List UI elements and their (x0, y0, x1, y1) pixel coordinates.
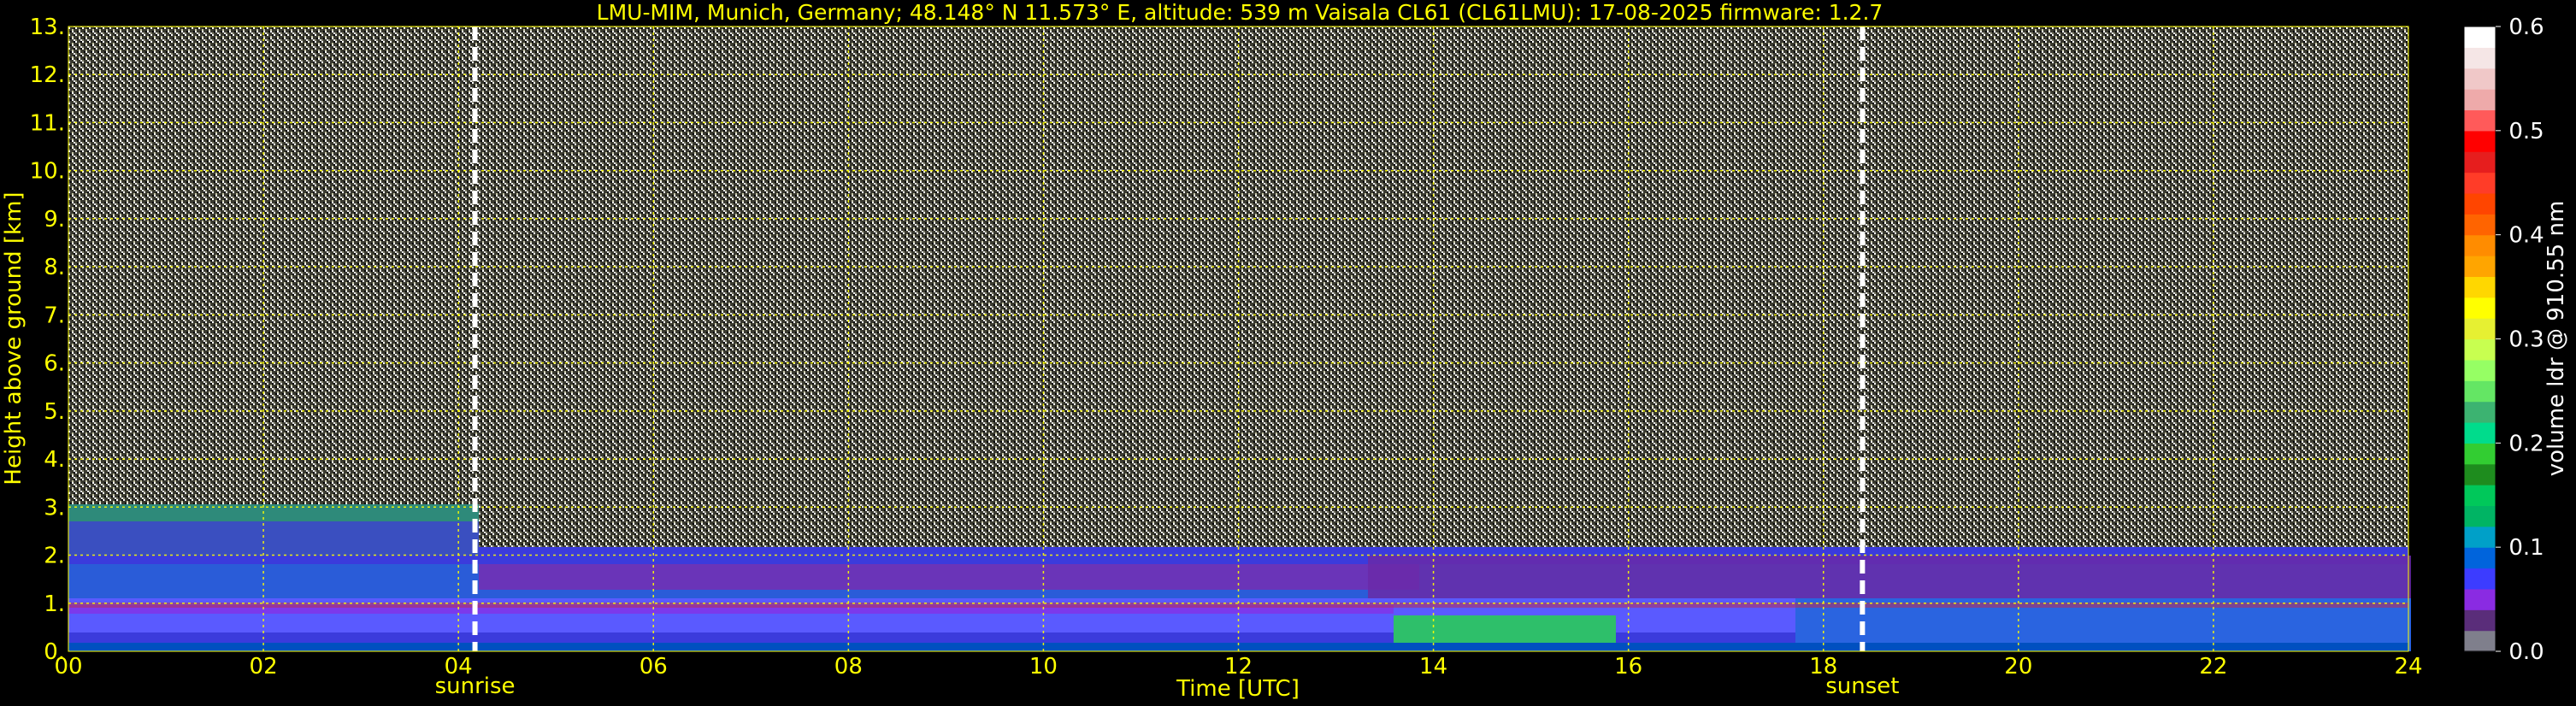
colorbar-segment (2464, 130, 2496, 152)
colorbar-segment (2464, 421, 2496, 444)
y-tick-label: 8. (44, 255, 65, 280)
y-tick-label: 6. (44, 351, 65, 377)
colorbar-segment (2464, 26, 2496, 48)
colorbar-segment (2464, 256, 2496, 277)
x-tick-label: 02 (250, 654, 278, 680)
colorbar-segment (2464, 318, 2496, 340)
x-tick-label: 08 (834, 654, 863, 680)
x-tick-label: 20 (2004, 654, 2032, 680)
colorbar-segment (2464, 630, 2496, 652)
colorbar-segment (2464, 380, 2496, 403)
colorbar-segment (2464, 151, 2496, 174)
x-tick-label: 24 (2394, 654, 2422, 680)
colorbar-tick-label: 0.6 (2508, 15, 2544, 40)
colorbar-segment (2464, 234, 2496, 256)
y-tick-label: 5. (44, 399, 65, 425)
colorbar-segment (2464, 547, 2496, 569)
colorbar-segment (2464, 192, 2496, 215)
colorbar-segment (2464, 401, 2496, 423)
y-tick-label: 12. (30, 62, 65, 88)
y-tick-label: 11. (30, 110, 65, 136)
colorbar-segment (2464, 526, 2496, 548)
y-tick-labels: 0.1.2.3.4.5.6.7.8.9.10.11.12.13. (30, 15, 65, 665)
colorbar-segment (2464, 359, 2496, 381)
y-axis-label: Height above ground [km] (1, 191, 27, 485)
colorbar-segment (2464, 443, 2496, 465)
x-tick-label: 10 (1029, 654, 1058, 680)
x-axis-label: Time [UTC] (1176, 676, 1300, 702)
y-tick-label: 13. (30, 15, 65, 40)
colorbar-tick-label: 0.0 (2508, 639, 2544, 665)
colorbar-tick-label: 0.1 (2508, 535, 2544, 561)
colorbar-tick-labels: 0.0 0.1 0.2 0.3 0.4 0.5 0.6 (2496, 15, 2544, 665)
sunset-label: sunset (1825, 674, 1899, 699)
colorbar-segment (2464, 463, 2496, 485)
colorbar-segment (2464, 505, 2496, 527)
colorbar-segment (2464, 109, 2496, 132)
x-tick-label: 00 (54, 654, 82, 680)
colorbar-segment (2464, 588, 2496, 610)
colorbar-tick-label: 0.3 (2508, 327, 2544, 353)
colorbar-segment (2464, 609, 2496, 632)
x-tick-label: 14 (1419, 654, 1447, 680)
colorbar-segment (2464, 47, 2496, 69)
ldr-heatmap-chart: 0.1.2.3.4.5.6.7.8.9.10.11.12.13. 00 02 04 0… (1, 0, 2569, 702)
y-tick-label: 10. (30, 159, 65, 185)
chart-title: LMU-MIM, Munich, Germany; 48.148° N 11.5… (597, 0, 1883, 25)
y-tick-label: 9. (44, 207, 65, 232)
y-tick-label: 7. (44, 303, 65, 328)
colorbar-segment (2464, 214, 2496, 236)
x-tick-label: 16 (1614, 654, 1642, 680)
colorbar-segment (2464, 276, 2496, 298)
colorbar-tick-label: 0.4 (2508, 223, 2544, 249)
sunrise-label: sunrise (435, 674, 516, 699)
colorbar-tick-label: 0.2 (2508, 431, 2544, 456)
y-tick-label: 1. (44, 591, 65, 617)
colorbar-segment (2464, 89, 2496, 111)
colorbar-segment (2464, 297, 2496, 319)
colorbar-segment (2464, 172, 2496, 194)
x-tick-label: 22 (2199, 654, 2227, 680)
colorbar (2463, 26, 2496, 652)
y-tick-label: 4. (44, 447, 65, 473)
colorbar-label: volume ldr @ 910.55 nm (2544, 201, 2569, 477)
x-tick-label: 06 (640, 654, 668, 680)
y-tick-label: 3. (44, 495, 65, 521)
y-tick-label: 2. (44, 544, 65, 569)
colorbar-segment (2464, 338, 2496, 361)
colorbar-tick-label: 0.5 (2508, 119, 2544, 144)
colorbar-segment (2464, 568, 2496, 590)
colorbar-segment (2464, 485, 2496, 507)
colorbar-segment (2464, 68, 2496, 90)
